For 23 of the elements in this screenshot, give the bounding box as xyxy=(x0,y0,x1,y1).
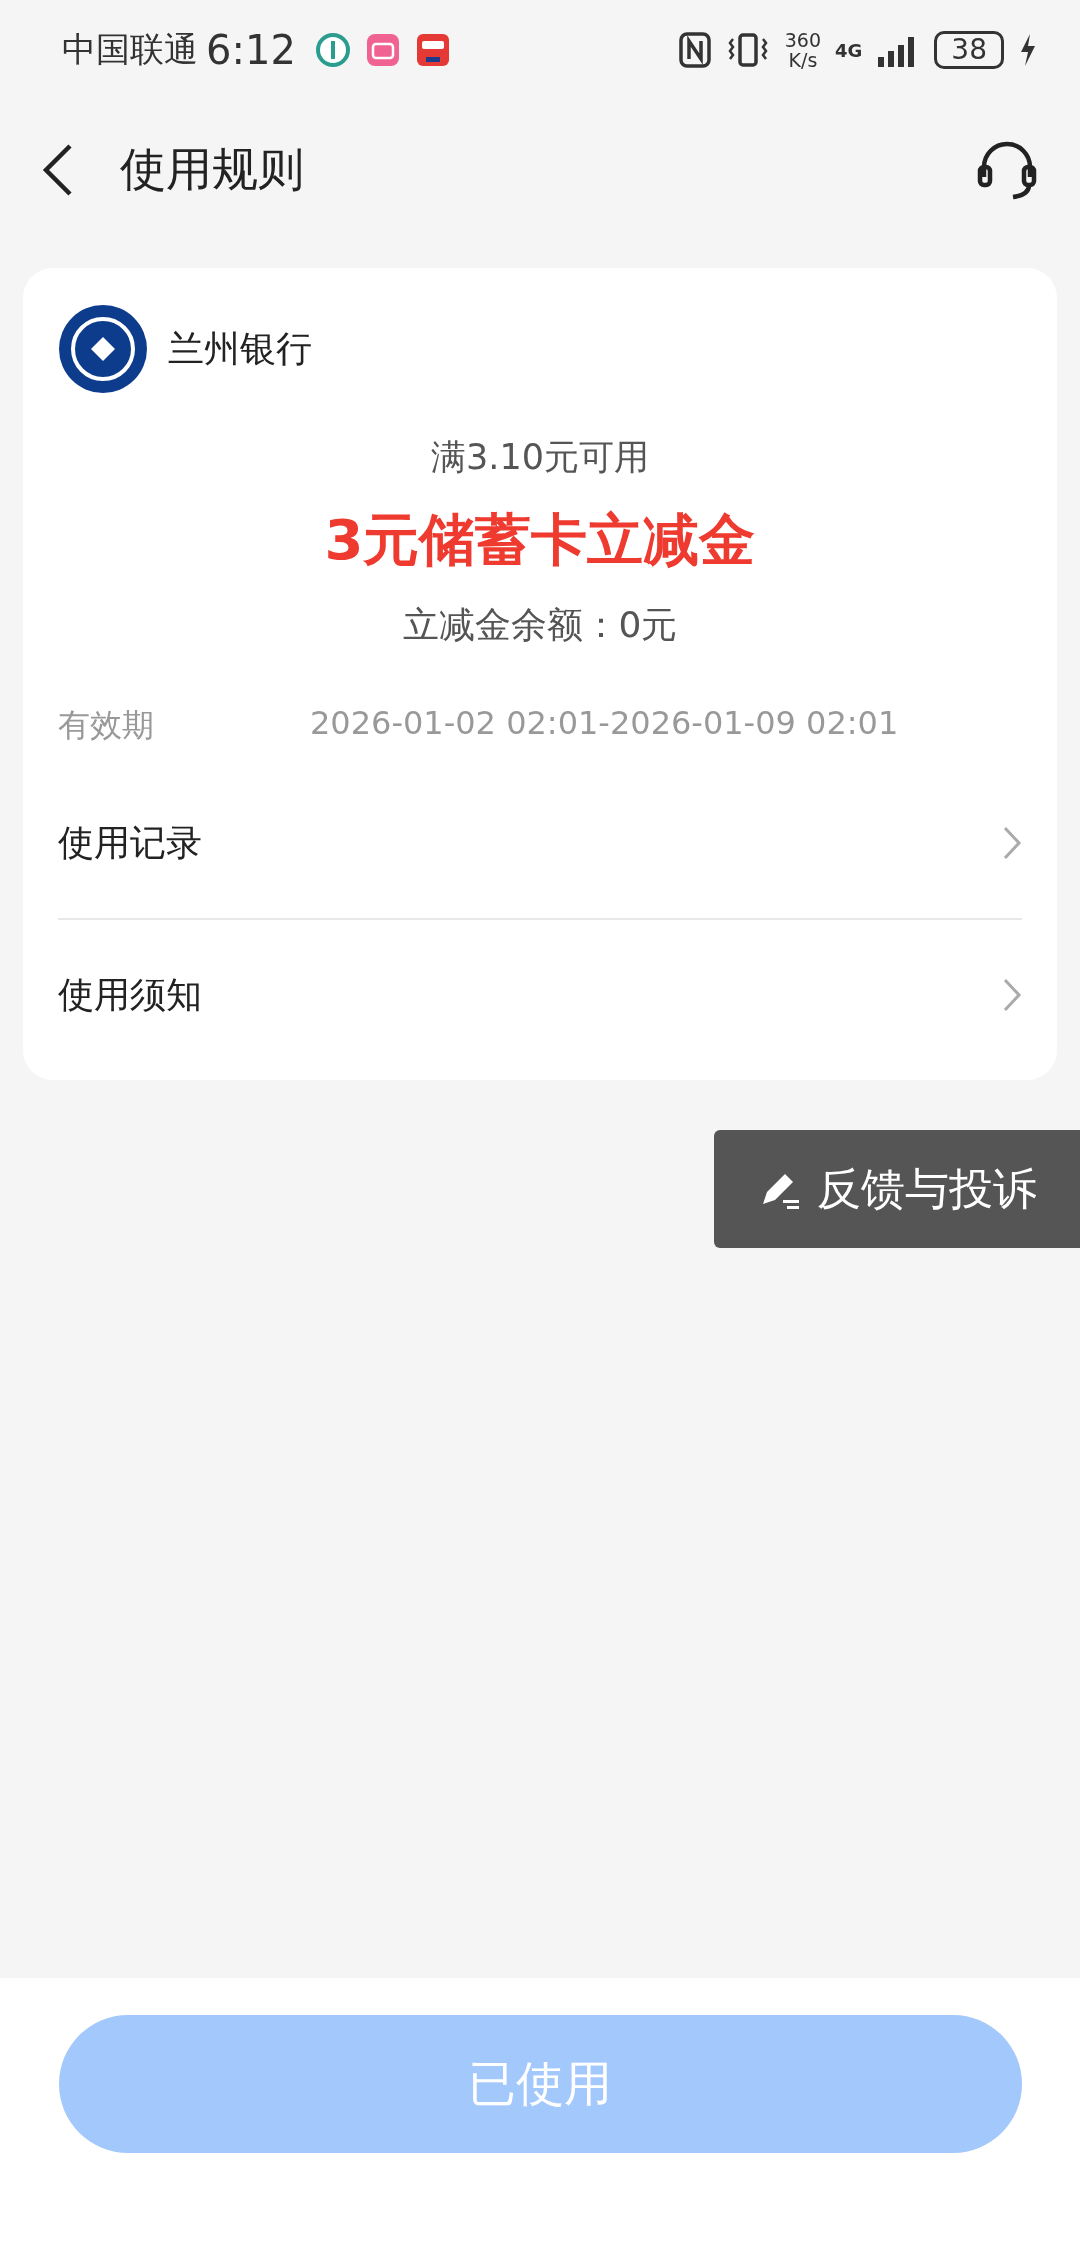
network-type: 4G xyxy=(835,39,863,61)
bank-logo-icon xyxy=(58,304,148,394)
chevron-icon xyxy=(1002,825,1022,861)
validity-label: 有效期 xyxy=(58,705,155,746)
page-title: 使用规则 xyxy=(120,141,305,198)
battery-level: 38 xyxy=(934,31,1004,69)
menu-row[interactable]: 使用须知 xyxy=(58,920,1022,1070)
speed-value: 360 xyxy=(784,30,822,50)
clock: 6:12 xyxy=(206,27,296,73)
row-label: 使用记录 xyxy=(58,820,202,865)
menu-row[interactable]: 使用记录 xyxy=(58,768,1022,920)
bank-name: 兰州银行 xyxy=(168,326,312,371)
wallet-app-icon xyxy=(415,33,450,67)
nfc-icon xyxy=(678,31,711,69)
chevron-icon xyxy=(1002,977,1022,1013)
speed-unit: K/s xyxy=(788,50,818,70)
feedback-button[interactable]: 反馈与投诉 xyxy=(714,1130,1080,1248)
carrier-name: 中国联通 xyxy=(62,28,198,71)
usage-condition: 满3.10元可用 xyxy=(431,436,649,479)
coupon-title: 3元储蓄卡立减金 xyxy=(324,506,756,574)
validity-period: 2026-01-02 02:01-2026-01-09 02:01 xyxy=(310,704,899,744)
balance-text: 立减金余额：0元 xyxy=(402,603,678,647)
row-label: 使用须知 xyxy=(58,972,202,1017)
